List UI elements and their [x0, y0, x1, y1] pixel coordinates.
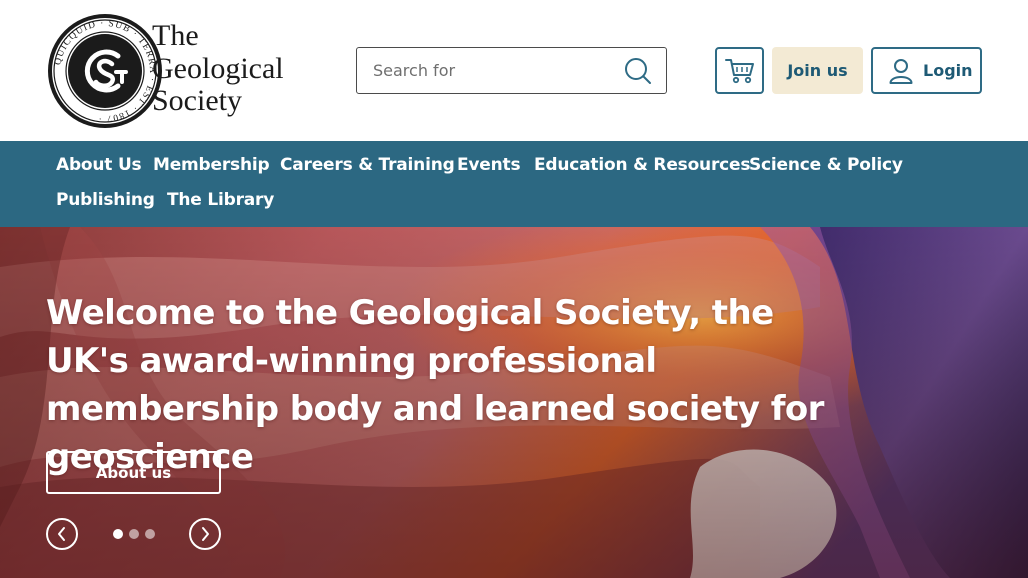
main-navigation: About Us Membership Careers & Training E…: [0, 141, 1028, 227]
nav-item-about-us[interactable]: About Us: [56, 155, 142, 175]
nav-item-membership[interactable]: Membership: [153, 155, 270, 175]
search-button[interactable]: [622, 57, 652, 85]
carousel-dot-1[interactable]: [113, 529, 123, 539]
carousel-dot-2[interactable]: [129, 529, 139, 539]
carousel-prev-button[interactable]: [46, 518, 78, 550]
site-logo[interactable]: QUICQUID · SUB · TERRA · EST · 1807 · Th…: [46, 12, 298, 130]
nav-item-science-policy[interactable]: Science & Policy: [749, 155, 903, 175]
carousel-dot-3[interactable]: [145, 529, 155, 539]
nav-item-events[interactable]: Events: [457, 155, 521, 175]
logo-line-2: Geological: [152, 51, 284, 85]
logo-line-1: The: [152, 19, 199, 52]
carousel-next-button[interactable]: [189, 518, 221, 550]
chevron-left-icon: [58, 527, 65, 541]
search-icon: [625, 58, 651, 84]
chevron-right-icon: [202, 527, 209, 541]
search-box: [356, 47, 667, 94]
about-us-cta-button[interactable]: About us: [46, 451, 221, 494]
nav-item-the-library[interactable]: The Library: [167, 190, 274, 210]
logo-line-3: Society: [152, 84, 242, 117]
nav-item-education-resources[interactable]: Education & Resources: [534, 155, 750, 175]
logo-wordmark: The Geological Society: [152, 19, 302, 118]
user-icon: [889, 58, 913, 84]
hero-carousel: Welcome to the Geological Society, the U…: [0, 227, 1028, 578]
basket-button[interactable]: [715, 47, 764, 94]
nav-item-careers-training[interactable]: Careers & Training: [280, 155, 455, 175]
join-us-button[interactable]: Join us: [772, 47, 863, 94]
nav-item-publishing[interactable]: Publishing: [56, 190, 155, 210]
cart-icon: [724, 58, 754, 83]
search-input[interactable]: [357, 48, 612, 93]
society-seal-icon: QUICQUID · SUB · TERRA · EST · 1807 ·: [48, 14, 162, 128]
site-header: QUICQUID · SUB · TERRA · EST · 1807 · Th…: [0, 0, 1028, 141]
login-label: Login: [923, 61, 973, 80]
login-button[interactable]: Login: [871, 47, 982, 94]
